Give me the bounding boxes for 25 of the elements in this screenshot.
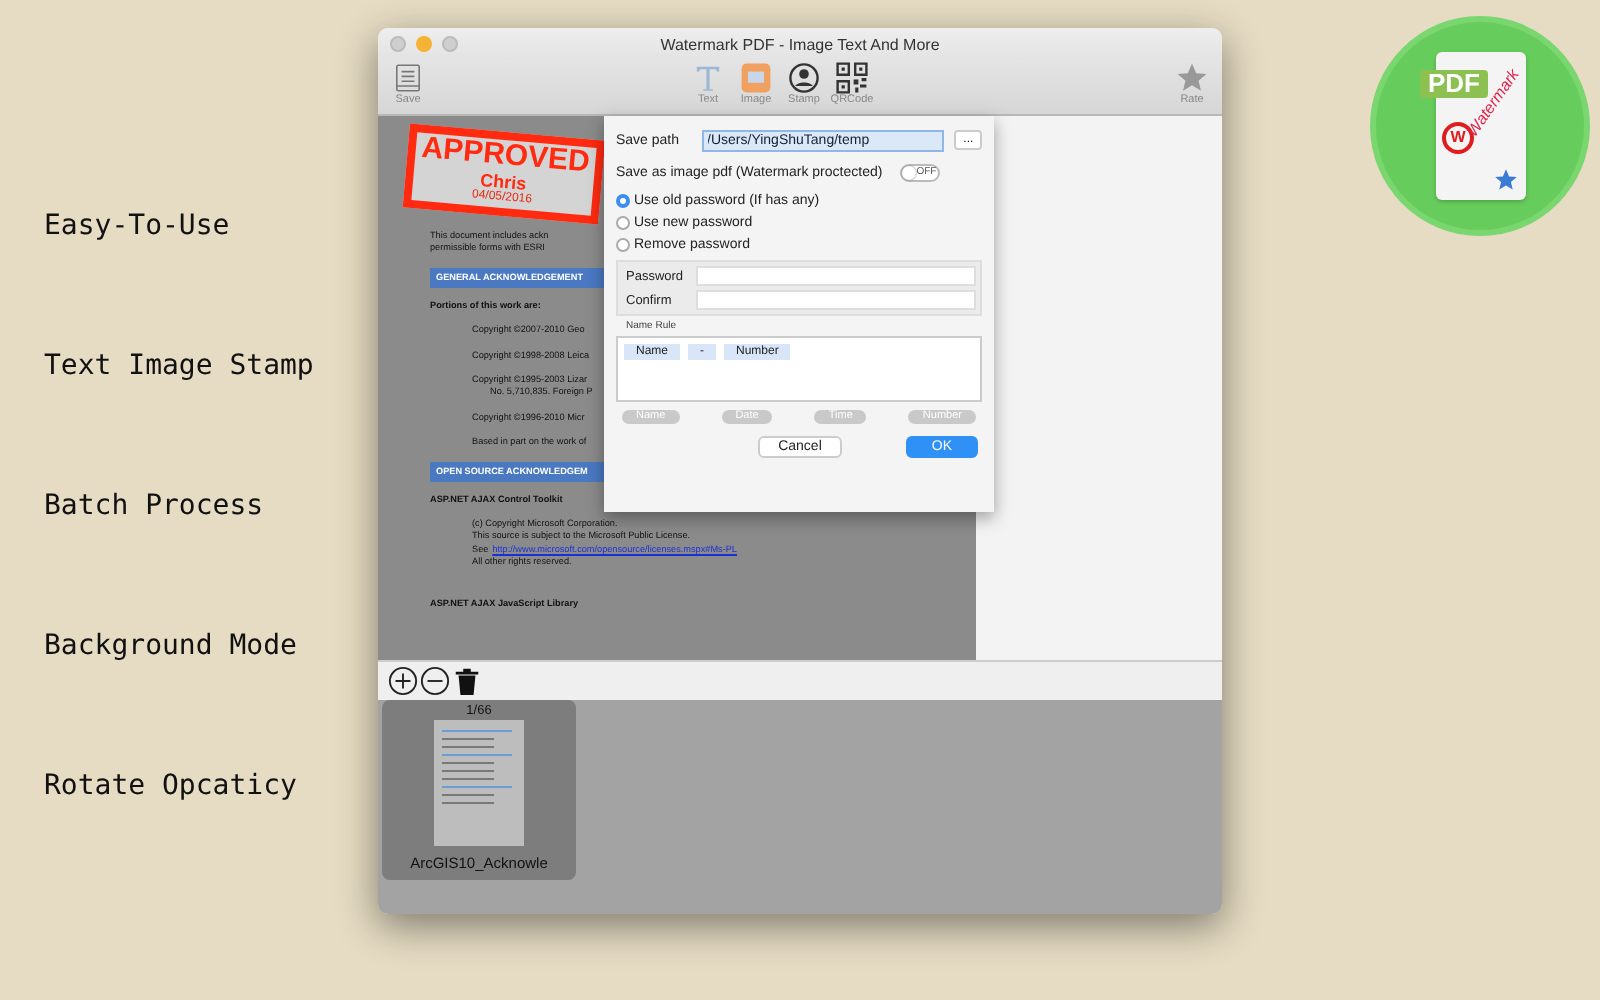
- minimize-button[interactable]: [416, 36, 432, 52]
- save-icon: [392, 62, 424, 94]
- remove-icon[interactable]: [420, 666, 450, 696]
- add-icon[interactable]: [388, 666, 418, 696]
- password-field[interactable]: [696, 290, 976, 310]
- star-icon: [1494, 168, 1518, 192]
- qr-code-icon: [836, 62, 868, 94]
- feature-label: Easy-To-Use: [44, 208, 230, 246]
- feature-label: Batch Process: [44, 488, 264, 526]
- person-icon: [788, 62, 820, 94]
- letter-t-icon: [692, 62, 724, 94]
- image-icon: [740, 62, 772, 94]
- close-button[interactable]: [390, 36, 406, 52]
- page-preview-drawing: [434, 720, 524, 846]
- window-title: Watermark PDF - Image Text And More: [660, 35, 940, 53]
- zoom-button[interactable]: [442, 36, 458, 52]
- trash-icon[interactable]: [452, 666, 482, 696]
- feature-label: Rotate Opcaticy: [44, 768, 297, 806]
- feature-label: Text Image Stamp: [44, 348, 314, 386]
- star-icon: [1176, 62, 1208, 94]
- feature-label: Background Mode: [44, 628, 297, 666]
- radio-button[interactable]: [616, 237, 630, 251]
- password-field[interactable]: [696, 266, 976, 286]
- radio-button[interactable]: [616, 215, 630, 229]
- radio-button[interactable]: [616, 193, 630, 207]
